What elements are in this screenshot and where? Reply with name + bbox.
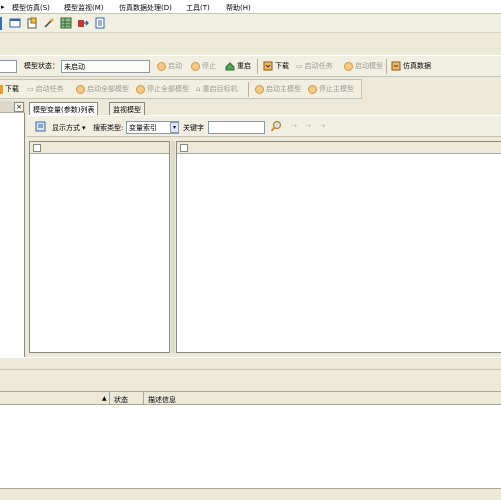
menu-arrow-icon: ▸ bbox=[1, 3, 5, 11]
dropdown-arrow-icon: ▾ bbox=[82, 124, 86, 132]
tree-header bbox=[30, 142, 169, 154]
toolbar-separator bbox=[257, 59, 258, 74]
download-button[interactable]: 下载 bbox=[263, 61, 289, 71]
home-icon bbox=[225, 61, 235, 70]
stop-all-icon bbox=[136, 84, 145, 94]
log-table-header: ▲ 状态 描述信息 bbox=[0, 391, 501, 405]
model-status-value: 未启动 bbox=[64, 63, 85, 71]
table-header bbox=[177, 142, 501, 154]
start-main-icon bbox=[255, 84, 264, 94]
menu-bar: ▸ 模型仿真(S) 模型监视(M) 仿真数据处理(D) 工具(T) 帮助(H) bbox=[0, 0, 501, 14]
variable-tree-panel[interactable] bbox=[29, 141, 170, 353]
wand-icon[interactable] bbox=[43, 17, 55, 29]
table-header-cell bbox=[180, 144, 188, 152]
menu-help[interactable]: 帮助(H) bbox=[226, 3, 251, 13]
left-input-field[interactable] bbox=[0, 60, 17, 73]
model-status-label: 模型状态： bbox=[24, 62, 59, 70]
toolbar-grip bbox=[0, 17, 2, 30]
start-all-icon bbox=[76, 84, 85, 94]
restart-button[interactable]: 重启 bbox=[225, 61, 251, 71]
search-type-label: 搜索类型: bbox=[93, 124, 124, 132]
task-icon: ▭ bbox=[27, 85, 34, 93]
stop-main-icon bbox=[308, 84, 317, 94]
stop-icon bbox=[191, 61, 200, 71]
stop-all-models-button[interactable]: 停止全部模型 bbox=[136, 84, 189, 94]
display-mode-icon[interactable] bbox=[35, 121, 46, 132]
status-bar bbox=[0, 488, 501, 500]
tab-strip: 模型变量(参数)列表 监视模型 bbox=[27, 101, 501, 115]
start-button[interactable]: 启动 bbox=[157, 61, 182, 71]
keyword-input[interactable] bbox=[208, 121, 265, 134]
search-icon[interactable] bbox=[270, 120, 283, 133]
sim-data-icon bbox=[391, 61, 401, 71]
download-icon bbox=[0, 84, 3, 94]
doc-icon[interactable] bbox=[94, 17, 106, 29]
display-mode-button[interactable]: 显示方式 ▾ bbox=[52, 123, 86, 133]
close-panel-button[interactable]: × bbox=[14, 102, 24, 112]
close-icon: × bbox=[16, 103, 22, 111]
toolbar-separator bbox=[386, 59, 387, 74]
keyword-label: 关键字 bbox=[183, 124, 204, 132]
nav-icon-3[interactable]: ⇢ bbox=[319, 122, 325, 130]
menu-model-monitor[interactable]: 模型监视(M) bbox=[64, 3, 104, 13]
start-all-models-button[interactable]: 启动全部模型 bbox=[76, 84, 129, 94]
nav-icon-2[interactable]: ⇢ bbox=[305, 122, 311, 130]
sim-data-button[interactable]: 仿真数据 bbox=[391, 61, 431, 71]
toolbar-separator bbox=[248, 82, 249, 97]
menu-sim-data-processing[interactable]: 仿真数据处理(D) bbox=[119, 3, 172, 13]
export-icon[interactable] bbox=[77, 17, 89, 29]
open-icon[interactable] bbox=[26, 17, 38, 29]
start-task-button-2[interactable]: ▭ 启动任务 bbox=[27, 84, 64, 94]
download-icon bbox=[263, 61, 273, 71]
start-model-icon bbox=[344, 61, 353, 71]
tree-header-cell bbox=[33, 144, 41, 152]
start-icon bbox=[157, 61, 166, 71]
stop-main-model-button[interactable]: 停止主模型 bbox=[308, 84, 354, 94]
column-divider bbox=[143, 392, 144, 405]
model-status-field: 未启动 bbox=[61, 60, 150, 73]
stop-button[interactable]: 停止 bbox=[191, 61, 216, 71]
restart-target-button[interactable]: ⌂ 重启目标机 bbox=[196, 84, 237, 94]
menu-model-simulation[interactable]: 模型仿真(S) bbox=[12, 3, 50, 13]
task-icon: ▭ bbox=[296, 62, 303, 70]
chevron-down-icon[interactable]: ▾ bbox=[170, 122, 179, 133]
tab-variable-list[interactable]: 模型变量(参数)列表 bbox=[29, 102, 99, 115]
task-toolbar: 下载 ▭ 启动任务 启动全部模型 停止全部模型 ⌂ 重启目标机 启动主模型 停止主模… bbox=[0, 79, 362, 99]
vertical-splitter[interactable] bbox=[171, 141, 175, 353]
horizontal-splitter[interactable] bbox=[0, 357, 501, 370]
status-column-header[interactable]: 状态 bbox=[114, 395, 128, 405]
icon-toolbar bbox=[0, 14, 501, 33]
column-divider bbox=[109, 392, 110, 405]
start-task-button[interactable]: ▭ 启动任务 bbox=[296, 61, 333, 71]
variable-table-panel[interactable] bbox=[176, 141, 501, 353]
menu-tools[interactable]: 工具(T) bbox=[186, 3, 210, 13]
download-button-2[interactable]: 下载 bbox=[0, 84, 19, 94]
start-model-button[interactable]: 启动模型 bbox=[344, 61, 383, 71]
left-panel bbox=[0, 101, 25, 357]
log-table-body[interactable] bbox=[0, 405, 501, 488]
empty-panel-area bbox=[0, 370, 501, 391]
home-icon: ⌂ bbox=[196, 85, 201, 93]
description-column-header[interactable]: 描述信息 bbox=[148, 395, 176, 405]
tab-monitor-model[interactable]: 监视模型 bbox=[109, 102, 145, 115]
search-bar: 显示方式 ▾ 搜索类型: 变量索引 ▾ 关键字 ⇢ ⇢ ⇢ bbox=[27, 115, 501, 137]
nav-icon-1[interactable]: ⇢ bbox=[291, 122, 297, 130]
sort-arrow-icon: ▲ bbox=[102, 395, 107, 402]
grid-icon[interactable] bbox=[60, 17, 72, 29]
model-status-toolbar: 模型状态： 未启动 启动 停止 重启 下载 ▭ 启动任务 启动模型 仿真数据 bbox=[0, 55, 501, 77]
layout-icon[interactable] bbox=[9, 17, 21, 29]
start-main-model-button[interactable]: 启动主模型 bbox=[255, 84, 301, 94]
